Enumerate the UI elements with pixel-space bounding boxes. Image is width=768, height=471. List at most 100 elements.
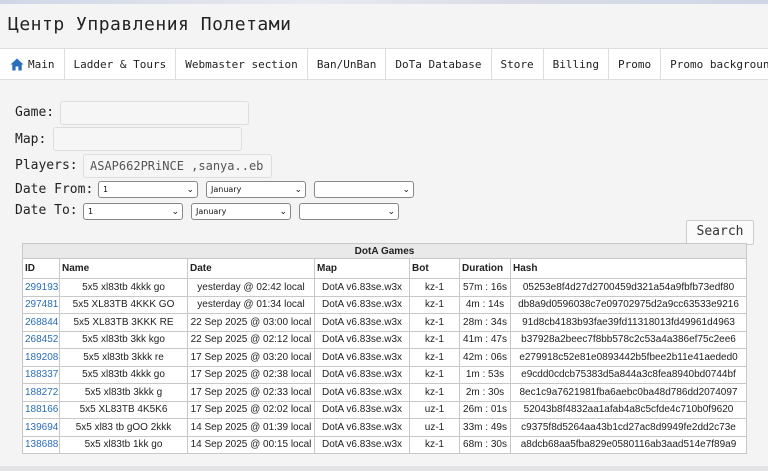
col-header-map: Map bbox=[314, 258, 410, 279]
table-row: 138688 5x5 xl83tb 1kk go 14 Sep 2025 @ 00:… bbox=[22, 435, 748, 454]
cell-map: DotA v6.83se.w3x bbox=[314, 435, 410, 454]
nav-item-promo-background[interactable]: Promo background bbox=[661, 49, 768, 79]
cell-date: 22 Sep 2025 @ 03:00 local bbox=[187, 313, 315, 332]
cell-duration: 33m : 49s bbox=[459, 418, 511, 437]
cell-duration: 1m : 53s bbox=[459, 365, 511, 384]
from-day-value: 1 bbox=[103, 185, 109, 194]
cell-date: 17 Sep 2025 @ 02:02 local bbox=[187, 400, 315, 419]
from-day-select[interactable]: 1 ⌄ bbox=[98, 181, 198, 198]
nav-item-main[interactable]: Main bbox=[0, 49, 65, 79]
home-icon bbox=[10, 58, 24, 70]
cell-map: DotA v6.83se.w3x bbox=[314, 383, 410, 402]
nav-item-promo[interactable]: Promo bbox=[609, 49, 662, 79]
table-row: 297481 5x5 XL83TB 4KKK GO yesterday @ 01:3… bbox=[22, 295, 748, 314]
cell-date: 17 Sep 2025 @ 03:20 local bbox=[187, 348, 315, 367]
search-button[interactable]: Search bbox=[686, 220, 754, 245]
nav-item-ladder-tours[interactable]: Ladder & Tours bbox=[65, 49, 177, 79]
to-year-select[interactable]: ⌄ bbox=[299, 203, 399, 220]
game-id-link[interactable]: 188337 bbox=[22, 365, 60, 384]
game-id-link[interactable]: 299193 bbox=[22, 278, 60, 297]
cell-duration: 41m : 47s bbox=[459, 330, 511, 349]
nav-item-billing[interactable]: Billing bbox=[544, 49, 609, 79]
table-row: 299193 5x5 xl83tb 4kkk go yesterday @ 02:4… bbox=[22, 278, 748, 297]
cell-hash: 05253e8f4d27d2700459d321a54a9fbfb73edf80 bbox=[509, 278, 748, 297]
chevron-down-icon: ⌄ bbox=[279, 207, 287, 217]
main-nav: Main Ladder & Tours Webmaster section Ba… bbox=[0, 48, 768, 80]
nav-item-store[interactable]: Store bbox=[492, 49, 544, 79]
cell-map: DotA v6.83se.w3x bbox=[314, 348, 410, 367]
game-id-link[interactable]: 188166 bbox=[22, 400, 60, 419]
cell-date: 17 Sep 2025 @ 02:38 local bbox=[187, 365, 315, 384]
cell-name: 5x5 XL83TB 4K5K6 bbox=[59, 400, 188, 419]
cell-bot: uz-1 bbox=[409, 400, 460, 419]
game-id-link[interactable]: 268844 bbox=[22, 313, 60, 332]
bottom-bar bbox=[0, 466, 768, 471]
cell-bot: kz-1 bbox=[409, 313, 460, 332]
nav-item-webmaster[interactable]: Webmaster section bbox=[176, 49, 308, 79]
cell-name: 5x5 xl83tb 3kkk re bbox=[59, 348, 188, 367]
date-to-label: Date To: bbox=[15, 203, 78, 218]
game-id-link[interactable]: 268452 bbox=[22, 330, 60, 349]
cell-hash: b37928a2beec7f8bb578c2c53a4a386ef75c2ee6 bbox=[509, 330, 748, 349]
cell-duration: 68m : 30s bbox=[459, 435, 511, 454]
chevron-down-icon: ⌄ bbox=[402, 185, 410, 195]
game-id-link[interactable]: 189208 bbox=[22, 348, 60, 367]
to-day-select[interactable]: 1 ⌄ bbox=[83, 203, 183, 220]
map-label: Map: bbox=[15, 132, 47, 147]
cell-bot: kz-1 bbox=[409, 365, 460, 384]
col-header-date: Date bbox=[187, 258, 315, 279]
chevron-down-icon: ⌄ bbox=[171, 207, 179, 217]
nav-item-label: Main bbox=[28, 57, 55, 71]
game-id-link[interactable]: 139694 bbox=[22, 418, 60, 437]
table-row: 189208 5x5 xl83tb 3kkk re 17 Sep 2025 @ 03… bbox=[22, 348, 748, 367]
cell-duration: 28m : 34s bbox=[459, 313, 511, 332]
cell-hash: 8ec1c9a7621981fba6aebc0ba48d786dd2074097 bbox=[509, 383, 748, 402]
cell-map: DotA v6.83se.w3x bbox=[314, 330, 410, 349]
table-caption: DotA Games bbox=[21, 243, 748, 259]
cell-name: 5x5 xl83tb 3kk kgo bbox=[59, 330, 188, 349]
game-id-link[interactable]: 297481 bbox=[22, 295, 60, 314]
cell-duration: 4m : 14s bbox=[459, 295, 511, 314]
cell-map: DotA v6.83se.w3x bbox=[314, 295, 410, 314]
players-input[interactable]: ASAP662PRiNCE ,sanya..eb bbox=[83, 154, 272, 178]
cell-date: yesterday @ 02:42 local bbox=[187, 278, 315, 297]
from-year-select[interactable]: ⌄ bbox=[314, 181, 414, 198]
cell-name: 5x5 XL83TB 3KKK RE bbox=[59, 313, 188, 332]
cell-bot: kz-1 bbox=[409, 435, 460, 454]
cell-map: DotA v6.83se.w3x bbox=[314, 278, 410, 297]
table-row: 268452 5x5 xl83tb 3kk kgo 22 Sep 2025 @ 02… bbox=[22, 330, 748, 349]
map-input[interactable] bbox=[53, 127, 242, 151]
cell-hash: a8dcb68aa5fba829e0580116ab3aad514e7f89a9 bbox=[509, 435, 748, 454]
to-day-value: 1 bbox=[88, 207, 94, 216]
chevron-down-icon: ⌄ bbox=[294, 185, 302, 195]
table-row: 139694 5x5 xl83 tb gOO 2kkk 14 Sep 2025 @ … bbox=[22, 418, 748, 437]
cell-duration: 26m : 01s bbox=[459, 400, 511, 419]
to-month-select[interactable]: January ⌄ bbox=[191, 203, 291, 220]
cell-hash: 91d8cb4183b93fae39fd11318013fd49961d4963 bbox=[509, 313, 748, 332]
cell-bot: kz-1 bbox=[409, 295, 460, 314]
cell-duration: 57m : 16s bbox=[459, 278, 511, 297]
cell-name: 5x5 xl83tb 4kkk go bbox=[59, 278, 188, 297]
nav-item-dota-database[interactable]: DoTa Database bbox=[386, 49, 492, 79]
cell-date: 17 Sep 2025 @ 02:33 local bbox=[187, 383, 315, 402]
top-stripe bbox=[0, 0, 768, 4]
table-header-row: ID Name Date Map Bot Duration Hash bbox=[22, 258, 748, 279]
date-from-label: Date From: bbox=[15, 182, 94, 197]
game-id-link[interactable]: 138688 bbox=[22, 435, 60, 454]
cell-name: 5x5 xl83 tb gOO 2kkk bbox=[59, 418, 188, 437]
cell-name: 5x5 xl83tb 4kkk go bbox=[59, 365, 188, 384]
table-row: 188272 5x5 xl83tb 3kkk g 17 Sep 2025 @ 02:… bbox=[22, 383, 748, 402]
game-id-link[interactable]: 188272 bbox=[22, 383, 60, 402]
from-month-select[interactable]: January ⌄ bbox=[206, 181, 306, 198]
table-row: 188166 5x5 XL83TB 4K5K6 17 Sep 2025 @ 02:0… bbox=[22, 400, 748, 419]
col-header-id: ID bbox=[22, 258, 60, 279]
table-row: 268844 5x5 XL83TB 3KKK RE 22 Sep 2025 @ 03… bbox=[22, 313, 748, 332]
cell-bot: kz-1 bbox=[409, 348, 460, 367]
nav-item-ban-unban[interactable]: Ban/UnBan bbox=[308, 49, 387, 79]
cell-date: 14 Sep 2025 @ 01:39 local bbox=[187, 418, 315, 437]
table-row: 188337 5x5 xl83tb 4kkk go 17 Sep 2025 @ 02… bbox=[22, 365, 748, 384]
cell-map: DotA v6.83se.w3x bbox=[314, 400, 410, 419]
cell-date: 22 Sep 2025 @ 02:12 local bbox=[187, 330, 315, 349]
game-input[interactable] bbox=[60, 101, 249, 125]
games-table: DotA Games ID Name Date Map Bot Duration… bbox=[21, 243, 748, 454]
